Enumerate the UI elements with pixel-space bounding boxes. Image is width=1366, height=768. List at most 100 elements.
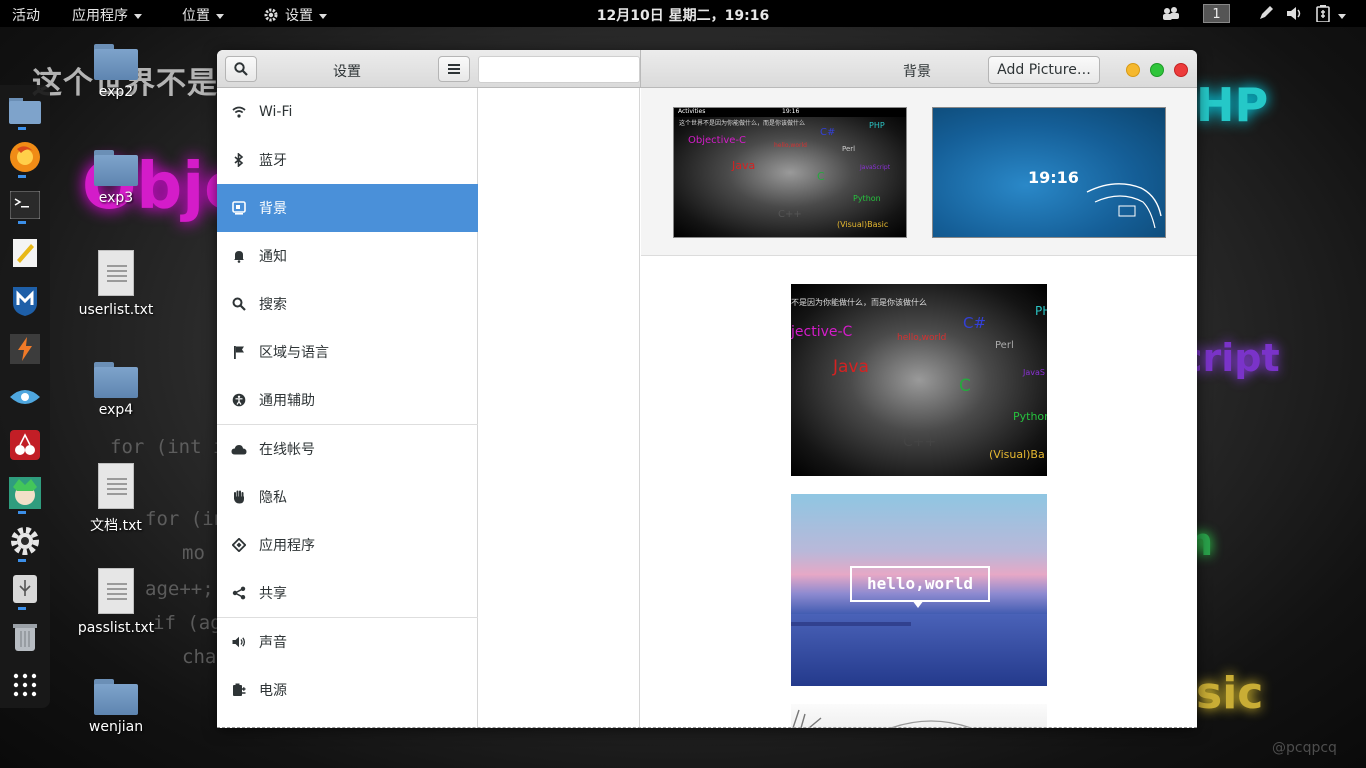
sidebar-item-notifications[interactable]: 通知 [217,232,478,280]
desktop-file-passlist[interactable]: passlist.txt [61,568,171,636]
desktop-item-label: exp4 [98,402,134,418]
battery-icon[interactable] [1316,5,1330,22]
sidebar-item-power[interactable]: 电源 [217,666,478,714]
metasploit-icon[interactable] [7,283,43,319]
dock [0,85,50,708]
bluetooth-icon [231,152,247,168]
header-search-field[interactable] [478,56,640,83]
gallery-word-hello: hello,world [897,333,947,343]
usb-icon[interactable] [7,571,43,607]
search-icon [231,296,247,312]
desktop-background-preview[interactable]: Activities 19:16 这个世界不是因为你能做什么，而是你该做什么 O… [673,107,907,238]
system-menu-chevron-icon[interactable] [1338,14,1346,19]
wallpaper-option-programming[interactable]: 不是因为你能做什么，而是你该做什么 jective-C C# PH hello,… [791,284,1047,476]
sidebar-item-applications[interactable]: 应用程序 [217,521,478,569]
sidebar-item-bluetooth[interactable]: 蓝牙 [217,136,478,184]
share-icon [231,585,247,601]
workspace-indicator[interactable]: 1 [1203,4,1230,23]
lock-screen-preview[interactable]: 19:16 [932,107,1166,238]
pen-icon[interactable] [1258,5,1274,21]
cloud-icon [231,441,247,457]
top-bar: 活动 应用程序 位置 设置 12月10日 星期二，19:16 1 [0,0,1366,27]
trash-icon[interactable] [7,619,43,655]
hand-icon [231,489,247,505]
current-background-previews: Activities 19:16 这个世界不是因为你能做什么，而是你该做什么 O… [641,88,1197,256]
preview-word-php: PHP [869,121,885,130]
panel-title: 背景 [903,64,931,80]
firefox-icon[interactable] [7,139,43,175]
sidebar-item-label: 背景 [259,201,287,217]
folder-icon [94,150,138,186]
kali-dragon-icon [1086,183,1162,229]
sidebar-item-accessibility[interactable]: 通用辅助 [217,376,478,424]
gallery-word-js: JavaS [1023,368,1045,377]
folder-icon [94,362,138,398]
gallery-word-python: Python [1013,410,1047,423]
sidebar-item-privacy[interactable]: 隐私 [217,473,478,521]
preview-clock-label: 19:16 [782,108,800,115]
text-file-icon [98,250,134,296]
desktop-folder-exp4[interactable]: exp4 [61,362,171,418]
add-picture-button[interactable]: Add Picture… [988,56,1100,84]
preview-word-cpp: C++ [778,209,802,220]
sidebar-item-region-language[interactable]: 区域与语言 [217,328,478,376]
gallery-word-objc: jective-C [791,324,853,340]
files-icon[interactable] [7,92,43,128]
sidebar-item-wifi[interactable]: Wi-Fi [217,88,478,136]
sidebar-item-background[interactable]: 背景 [217,184,478,232]
gallery-word-cpp: C++ [903,434,937,450]
sidebar-item-label: 电源 [259,683,287,699]
burpsuite-icon[interactable] [7,331,43,367]
bubble-tail [912,600,924,608]
desktop-folder-exp2[interactable]: exp2 [61,44,171,100]
show-apps-icon[interactable] [7,667,43,703]
sidebar-item-label: Wi-Fi [259,104,293,120]
gallery-word-vb: (Visual)Ba [989,448,1045,461]
menu-button[interactable] [438,56,470,82]
accessibility-icon [231,392,247,408]
sidebar-item-search[interactable]: 搜索 [217,280,478,328]
sidebar-item-label: 共享 [259,586,287,602]
gallery-word-php: PH [1035,304,1047,318]
maximize-button[interactable] [1150,63,1164,77]
close-button[interactable] [1174,63,1188,77]
desktop-folder-exp3[interactable]: exp3 [61,150,171,206]
search-icon [234,62,248,76]
volume-icon[interactable] [1286,6,1304,21]
preview-headline: 这个世界不是因为你能做什么，而是你该做什么 [679,120,806,127]
apps-icon [231,537,247,553]
settings-sidebar: Wi-Fi 蓝牙 背景 通知 搜索 区域与语言 通用辅助 在线帐号 隐私 应用程… [217,88,478,728]
desktop-file-wendang[interactable]: 文档.txt [61,463,171,535]
sidebar-item-label: 蓝牙 [259,153,287,169]
wallpaper-basic-text: sic [1196,668,1264,719]
wallpaper-option-white-sketch[interactable] [791,704,1047,728]
gallery-headline: 不是因为你能做什么，而是你该做什么 [791,298,927,307]
avatar-app-icon[interactable] [7,475,43,511]
sidebar-item-sound[interactable]: 声音 [217,618,478,666]
wallpaper-option-hello-world[interactable]: hello,world [791,494,1047,686]
settings-icon[interactable] [7,523,43,559]
sidebar-item-label: 声音 [259,635,287,651]
preview-activities-label: Activities [678,108,706,115]
eye-icon[interactable] [7,379,43,415]
header-separator [640,50,641,88]
minimize-button[interactable] [1126,63,1140,77]
sidebar-item-label: 在线帐号 [259,442,315,458]
text-file-icon [98,568,134,614]
sidebar-header: 设置 [217,50,478,88]
cherrytree-icon[interactable] [7,427,43,463]
sidebar-item-sharing[interactable]: 共享 [217,569,478,617]
preview-word-java: Java [732,159,756,172]
horizon-line [791,622,911,626]
text-file-icon [98,463,134,509]
terminal-icon[interactable] [7,187,43,223]
search-button[interactable] [225,56,257,82]
power-icon [231,682,247,698]
users-icon[interactable] [1162,6,1180,21]
preview-word-python: Python [853,194,881,203]
sidebar-item-online-accounts[interactable]: 在线帐号 [217,425,478,473]
text-editor-icon[interactable] [7,235,43,271]
desktop-folder-wenjian[interactable]: wenjian [61,679,171,735]
desktop-item-label: exp2 [98,84,134,100]
desktop-file-userlist[interactable]: userlist.txt [61,250,171,318]
